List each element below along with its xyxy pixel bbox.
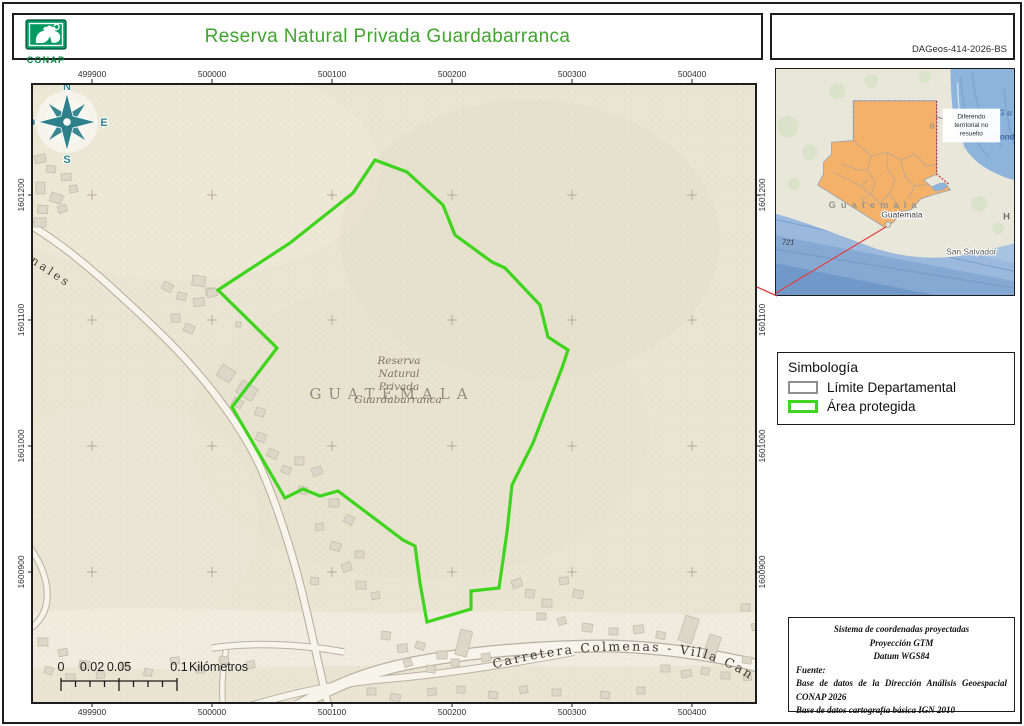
legend-item-protected-area: Área protegida: [788, 399, 1004, 414]
fuente-label: Fuente:: [796, 664, 1007, 678]
svg-text:1601000: 1601000: [16, 429, 26, 462]
scale-002: 0.02: [80, 660, 104, 674]
departmental-limit-swatch: [788, 381, 818, 394]
conap-logo: CONAP: [18, 19, 74, 65]
coordinate-system-line: Sistema de coordenadas proyectadas: [796, 623, 1007, 637]
svg-text:500200: 500200: [438, 707, 467, 717]
svg-text:500200: 500200: [438, 69, 467, 79]
legend-box: Simbología Límite Departamental Área pro…: [777, 352, 1015, 425]
svg-text:Reserva: Reserva: [377, 355, 421, 367]
svg-text:Diferendo: Diferendo: [957, 114, 985, 121]
scale-005: 0.05: [107, 660, 131, 674]
header-box: CONAP Reserva Natural Privada Guardabarr…: [12, 13, 763, 60]
svg-text:1600900: 1600900: [16, 555, 26, 588]
inset-map-box: B G u Hond G u a t e m a l a Guatemala S…: [775, 68, 1015, 296]
inset-san-salvador-label: San Salvador: [946, 246, 997, 256]
svg-text:500300: 500300: [558, 707, 587, 717]
territorial-note: Diferendo territorial no resuelto: [936, 109, 1000, 143]
inset-water-label-1: G u: [998, 108, 1012, 118]
document-code: DAGeos-414-2026-BS: [912, 44, 1007, 55]
svg-text:500000: 500000: [198, 707, 227, 717]
inset-belize-label: B: [930, 121, 935, 130]
main-map: GUATEMALA Reserva Natural Privada Guarda…: [12, 62, 770, 722]
svg-text:Guardabarranca: Guardabarranca: [354, 394, 442, 406]
projection-line: Proyección GTM: [796, 637, 1007, 651]
info-box: Sistema de coordenadas proyectadas Proye…: [788, 617, 1015, 712]
svg-text:500100: 500100: [318, 707, 347, 717]
svg-text:resuelto: resuelto: [960, 130, 983, 137]
inset-country-label: G u a t e m a l a: [829, 199, 918, 210]
svg-text:500100: 500100: [318, 69, 347, 79]
inset-honduras-label: H o: [1003, 211, 1014, 222]
map-sheet: CONAP Reserva Natural Privada Guardabarr…: [0, 0, 1024, 726]
svg-text:499900: 499900: [78, 69, 107, 79]
datum-line: Datum WGS84: [796, 650, 1007, 664]
map-canvas: GUATEMALA Reserva Natural Privada Guarda…: [12, 62, 760, 706]
legend-item-label: Límite Departamental: [827, 380, 956, 395]
compass-north-label: N: [63, 81, 71, 93]
scale-unit: Kilómetros: [189, 660, 248, 674]
svg-text:500300: 500300: [558, 69, 587, 79]
source-line-2: Base de datos cartografía básica IGN 201…: [796, 704, 1007, 718]
svg-text:1601100: 1601100: [757, 304, 767, 337]
svg-text:Privada: Privada: [378, 381, 420, 393]
conap-logo-icon: [23, 19, 69, 51]
meta-box: DAGeos-414-2026-BS: [770, 13, 1015, 60]
svg-text:1601100: 1601100: [16, 304, 26, 337]
svg-text:500400: 500400: [678, 707, 707, 717]
scale-01: 0.1: [170, 660, 187, 674]
inset-city-label: Guatemala: [881, 210, 922, 220]
inset-map: B G u Hond G u a t e m a l a Guatemala S…: [776, 69, 1014, 295]
svg-text:499900: 499900: [78, 707, 107, 717]
inset-city-dot: [885, 222, 891, 228]
scale-0: 0: [58, 660, 65, 674]
svg-text:500400: 500400: [678, 69, 707, 79]
svg-text:1601000: 1601000: [757, 429, 767, 462]
svg-text:500000: 500000: [198, 69, 227, 79]
protected-area-swatch: [788, 400, 818, 413]
compass-east-label: E: [100, 117, 107, 129]
svg-text:territorial no: territorial no: [954, 122, 988, 129]
compass-south-label: S: [63, 154, 70, 166]
page-title: Reserva Natural Privada Guardabarranca: [205, 26, 571, 48]
svg-text:1601200: 1601200: [757, 178, 767, 211]
legend-item-departmental: Límite Departamental: [788, 380, 1004, 395]
inset-road-number: 721: [782, 237, 794, 246]
svg-text:1601200: 1601200: [16, 178, 26, 211]
svg-text:Natural: Natural: [377, 368, 419, 380]
source-line-1: Base de datos de la Dirección Análisis G…: [796, 677, 1007, 704]
legend-title: Simbología: [788, 359, 1004, 375]
legend-item-label: Área protegida: [827, 399, 916, 414]
svg-text:1600900: 1600900: [757, 555, 767, 588]
